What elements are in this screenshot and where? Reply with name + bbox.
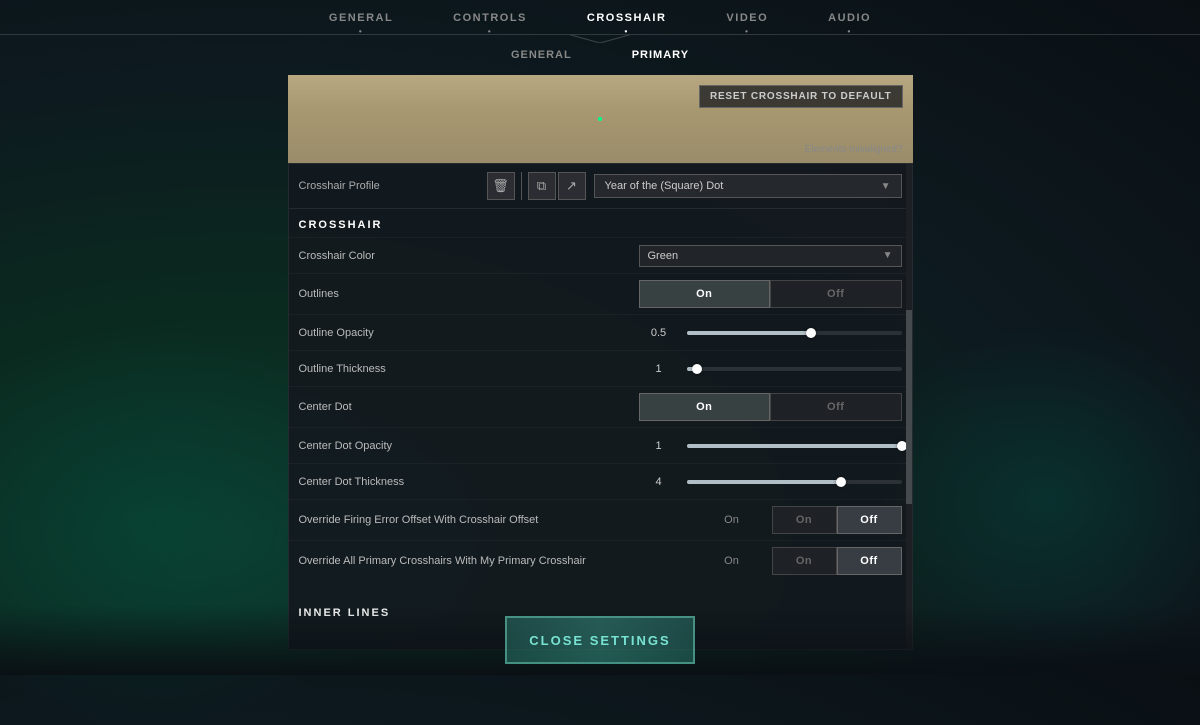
crosshair-color-control: Green ▼ [639,245,902,267]
trash-icon: 🗑 [492,178,509,194]
copy-icon: ⧉ [537,178,546,194]
center-dot-toggle-group: On Off [639,393,902,421]
center-dot-opacity-label: Center Dot Opacity [299,440,639,452]
main-content: GENERAL PRIMARY RESET CROSSHAIR TO DEFAU… [0,35,1200,650]
override-firing-off-button[interactable]: Off [837,506,902,534]
setting-row-override-primary: Override All Primary Crosshairs With My … [289,540,912,581]
override-primary-toggle-group: On Off [772,547,902,575]
settings-panel: Crosshair Profile 🗑 ⧉ ↗ Year of the (Squ… [288,163,913,650]
outline-opacity-value: 0.5 [639,327,679,339]
override-firing-toggle-group: On Off [772,506,902,534]
outlines-label: Outlines [299,288,639,300]
center-dot-control: On Off [639,393,902,421]
scroll-thumb[interactable] [906,310,912,504]
center-dot-thickness-thumb[interactable] [836,477,846,487]
setting-row-outline-thickness: Outline Thickness 1 [289,350,912,386]
outline-opacity-label: Outline Opacity [299,327,639,339]
outline-opacity-slider[interactable] [687,331,902,335]
outline-thickness-value: 1 [639,363,679,375]
outlines-control: On Off [639,280,902,308]
color-dropdown-arrow-icon: ▼ [883,250,893,261]
nav-item-general[interactable]: GENERAL [329,12,393,34]
profile-actions: 🗑 ⧉ ↗ [487,172,586,200]
outline-opacity-control [679,331,902,335]
close-settings-wrapper: CLOSE SETTINGS [0,605,1200,675]
center-dot-opacity-control [679,444,902,448]
override-primary-off-button[interactable]: Off [837,547,902,575]
crosshair-dot [598,117,602,121]
profile-label: Crosshair Profile [299,180,479,192]
scroll-indicator[interactable] [906,164,912,649]
override-firing-label: Override Firing Error Offset With Crossh… [299,514,692,526]
outlines-toggle-group: On Off [639,280,902,308]
color-dropdown[interactable]: Green ▼ [639,245,902,267]
setting-row-center-dot-opacity: Center Dot Opacity 1 [289,427,912,463]
center-dot-thickness-control [679,480,902,484]
nav-item-video[interactable]: VIDEO [726,12,768,34]
setting-row-crosshair-color: Crosshair Color Green ▼ [289,237,912,273]
profile-dropdown[interactable]: Year of the (Square) Dot ▼ [594,174,902,198]
outline-thickness-control [679,367,902,371]
center-dot-opacity-value: 1 [639,440,679,452]
setting-row-center-dot: Center Dot On Off [289,386,912,427]
dropdown-arrow-icon: ▼ [881,181,891,192]
export-profile-button[interactable]: ↗ [558,172,586,200]
override-firing-toggle: On Off [772,506,902,534]
setting-row-outlines: Outlines On Off [289,273,912,314]
center-dot-on-button[interactable]: On [639,393,771,421]
close-settings-button[interactable]: CLOSE SETTINGS [505,616,695,664]
outline-thickness-slider[interactable] [687,367,902,371]
center-dot-off-button[interactable]: Off [770,393,902,421]
nav-item-crosshair[interactable]: CROSSHAIR [587,12,667,34]
crosshair-color-label: Crosshair Color [299,250,639,262]
setting-row-center-dot-thickness: Center Dot Thickness 4 [289,463,912,499]
sub-navigation: GENERAL PRIMARY [288,35,913,75]
outline-thickness-label: Outline Thickness [299,363,639,375]
elements-misaligned-text: Elements misaligned? [805,144,903,155]
setting-row-outline-opacity: Outline Opacity 0.5 [289,314,912,350]
override-firing-on-button[interactable]: On [772,506,837,534]
nav-item-audio[interactable]: AUDIO [828,12,871,34]
crosshair-section-header: CROSSHAIR [289,209,912,237]
outline-opacity-fill [687,331,812,335]
override-primary-on-value: On [692,555,772,567]
center-dot-thickness-value: 4 [639,476,679,488]
subnav-item-primary[interactable]: PRIMARY [602,43,719,67]
crosshair-preview: RESET CROSSHAIR TO DEFAULT Elements misa… [288,75,913,163]
outline-thickness-thumb[interactable] [692,364,702,374]
subnav-connector [520,35,680,43]
subnav-item-general[interactable]: GENERAL [481,43,602,67]
center-dot-thickness-label: Center Dot Thickness [299,476,639,488]
setting-row-override-firing: Override Firing Error Offset With Crossh… [289,499,912,540]
outlines-off-button[interactable]: Off [770,280,902,308]
profile-selected-value: Year of the (Square) Dot [605,180,724,192]
profile-row: Crosshair Profile 🗑 ⧉ ↗ Year of the (Squ… [289,164,912,209]
center-dot-label: Center Dot [299,401,639,413]
delete-profile-button[interactable]: 🗑 [487,172,515,200]
outlines-on-button[interactable]: On [639,280,771,308]
outline-opacity-thumb[interactable] [806,328,816,338]
reset-crosshair-button[interactable]: RESET CROSSHAIR TO DEFAULT [699,85,903,108]
override-firing-on-value: On [692,514,772,526]
profile-separator [521,172,522,200]
copy-profile-button[interactable]: ⧉ [528,172,556,200]
center-dot-thickness-fill [687,480,842,484]
nav-item-controls[interactable]: CONTROLS [453,12,527,34]
export-icon: ↗ [566,178,577,194]
override-primary-on-button[interactable]: On [772,547,837,575]
center-dot-thickness-slider[interactable] [687,480,902,484]
override-primary-toggle: On Off [772,547,902,575]
center-dot-opacity-slider[interactable] [687,444,902,448]
top-navigation: GENERAL CONTROLS CROSSHAIR VIDEO AUDIO [0,0,1200,35]
center-dot-opacity-fill [687,444,902,448]
override-primary-label: Override All Primary Crosshairs With My … [299,555,692,567]
color-value: Green [648,250,679,262]
